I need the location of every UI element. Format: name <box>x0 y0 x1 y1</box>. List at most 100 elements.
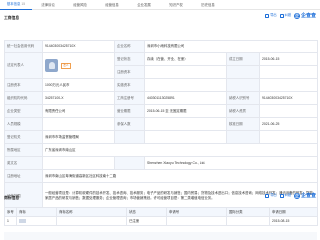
section-title-text: 商标信息 <box>4 196 20 200</box>
section-title-text: 工商信息 <box>4 16 20 20</box>
report-error-button[interactable]: 纠错 <box>279 13 291 18</box>
field-label: 法定代表人 <box>4 52 43 79</box>
edit-icon <box>279 194 284 198</box>
report-error-label: 纠错 <box>284 13 291 18</box>
field-label: 登记机关 <box>4 130 43 144</box>
field-label: 企业名称 <box>114 40 145 53</box>
qcc-brand-button[interactable]: 企企查查 <box>293 12 316 19</box>
tab-label: 经营信息 <box>105 2 119 7</box>
ip-toolbar: 导出 纠错 企企查查 <box>265 193 316 199</box>
field-label <box>114 156 145 170</box>
export-button[interactable]: 导出 <box>265 193 277 198</box>
field-label: 纳税人资质 <box>226 104 260 118</box>
row-index: 1 <box>4 216 17 226</box>
qcc-brand-label: 企查查 <box>300 193 316 199</box>
intl-class <box>226 216 270 226</box>
field-label: 组织机构代码 <box>4 91 43 105</box>
legal-rep[interactable]: 法人 <box>45 59 112 72</box>
ip-section-title: 商标信息 <box>4 196 19 201</box>
business-section-title: 工商信息 <box>4 16 19 21</box>
column-header: 国际分类 <box>226 207 270 217</box>
application-date: 2015-08-15 <box>269 216 318 226</box>
tab-label: 经营风险 <box>73 2 87 7</box>
tab-development[interactable]: 企业发展 <box>128 0 160 10</box>
table-row[interactable]: 1 已注册 2015-08-15 <box>4 216 318 226</box>
export-label: 导出 <box>270 193 277 198</box>
tab-history[interactable]: 历史信息 <box>192 0 224 10</box>
column-header: 状态 <box>126 207 167 217</box>
report-error-label: 纠错 <box>284 193 291 198</box>
tab-basic-info[interactable]: 基本信息 15 <box>0 0 32 10</box>
registered-address-link[interactable]: 深圳市南山区粤海街道高新区社区科技南十二路 <box>41 169 319 183</box>
table-row: 组织机构代码 34257100-X 工商注册号 440301113025891 … <box>4 91 319 105</box>
legal-rep-cell: 法人 <box>42 52 115 79</box>
tab-risk[interactable]: 经营风险 <box>64 0 96 10</box>
column-header: 序号 <box>4 207 17 217</box>
field-label: 人员规模 <box>4 117 43 131</box>
column-header: 申请日期 <box>269 207 318 217</box>
field-value <box>258 130 319 144</box>
export-button[interactable]: 导出 <box>265 13 277 18</box>
field-label: 注册资本 <box>4 78 43 92</box>
trademark-thumbnail[interactable] <box>19 219 26 224</box>
staff-size-value <box>42 117 115 131</box>
business-term-value: 2015-06-15 至 无固定期限 <box>144 104 227 118</box>
insured-count-value <box>144 117 227 131</box>
table-row: 登记机关 深圳市市场监督管理局 <box>4 130 319 144</box>
qcc-logo-icon: 企 <box>293 12 300 19</box>
field-label: 实缴资本 <box>114 78 145 92</box>
column-header: 申请号 <box>166 207 227 217</box>
table-row: 人员规模 参保人数 核准日期 2021-06-25 <box>4 117 319 131</box>
export-icon <box>265 194 270 198</box>
field-label: 营业期限 <box>114 104 145 118</box>
tab-label: 企业发展 <box>137 2 151 7</box>
application-number <box>166 216 227 226</box>
field-value <box>144 130 227 144</box>
field-label: 英文名 <box>4 156 43 170</box>
business-toolbar: 导出 纠错 企企查查 <box>265 13 316 19</box>
footer-bar <box>4 232 317 240</box>
field-label: 注册资本 <box>114 65 145 79</box>
trademark-image-cell <box>16 216 57 226</box>
field-label: 参保人数 <box>114 117 145 131</box>
avatar <box>45 59 58 72</box>
field-value <box>258 78 319 92</box>
tab-operation[interactable]: 经营信息 <box>96 0 128 10</box>
report-error-button[interactable]: 纠错 <box>279 193 291 198</box>
tab-label: 法律诉讼 <box>41 2 55 7</box>
table-row: 英文名 Shenzhen Xiaoyu Technology Co., Ltd. <box>4 156 319 170</box>
column-header: 商标 <box>16 207 57 217</box>
export-icon <box>265 14 270 18</box>
english-name-value: Shenzhen Xiaoyu Technology Co., Ltd. <box>143 156 319 170</box>
credit-code-value[interactable]: 914403003425710X <box>42 40 115 53</box>
company-name-value: 深圳市小雨科技有限公司 <box>143 40 319 53</box>
approval-date-value: 2021-06-25 <box>258 117 319 131</box>
field-label: 成立日期 <box>226 52 260 66</box>
business-info-table: 统一社会信用代码 914403003425710X 企业名称 深圳市小雨科技有限… <box>4 40 319 210</box>
qcc-logo-icon: 企 <box>293 192 300 199</box>
tab-label: 知识产权 <box>169 2 183 7</box>
field-value <box>258 65 319 79</box>
taxpayer-id-value: 914403003425710X <box>258 91 319 105</box>
field-value <box>42 156 115 170</box>
tab-label: 历史信息 <box>201 2 215 7</box>
field-label: 统一社会信用代码 <box>4 40 43 53</box>
tab-legal[interactable]: 法律诉讼 <box>32 0 64 10</box>
status-value: 存续（在营、开业、在册） <box>144 52 227 66</box>
paid-capital-value <box>144 78 227 92</box>
trademark-name-link[interactable] <box>56 216 127 226</box>
export-label: 导出 <box>270 13 277 18</box>
region-value: 广东省深圳市南山区 <box>41 143 319 157</box>
table-row: 企业类型 有限责任公司 营业期限 2015-06-15 至 无固定期限 纳税人资… <box>4 104 319 118</box>
tab-ip[interactable]: 知识产权 <box>160 0 192 10</box>
trademark-table: 序号 商标 商标名称 状态 申请号 国际分类 申请日期 1 已注册 2015-0… <box>4 207 318 226</box>
field-label: 登记状态 <box>114 52 145 66</box>
tab-count: 15 <box>21 2 26 7</box>
field-label: 注册地址 <box>4 169 43 183</box>
tab-label: 基本信息 <box>6 2 21 7</box>
qcc-brand-button[interactable]: 企企查查 <box>293 192 316 199</box>
registered-capital-value: 1000万元人民币 <box>42 78 115 92</box>
field-label: 企业类型 <box>4 104 43 118</box>
established-date-value: 2015-06-15 <box>258 52 319 66</box>
table-header-row: 序号 商标 商标名称 状态 申请号 国际分类 申请日期 <box>4 207 318 217</box>
